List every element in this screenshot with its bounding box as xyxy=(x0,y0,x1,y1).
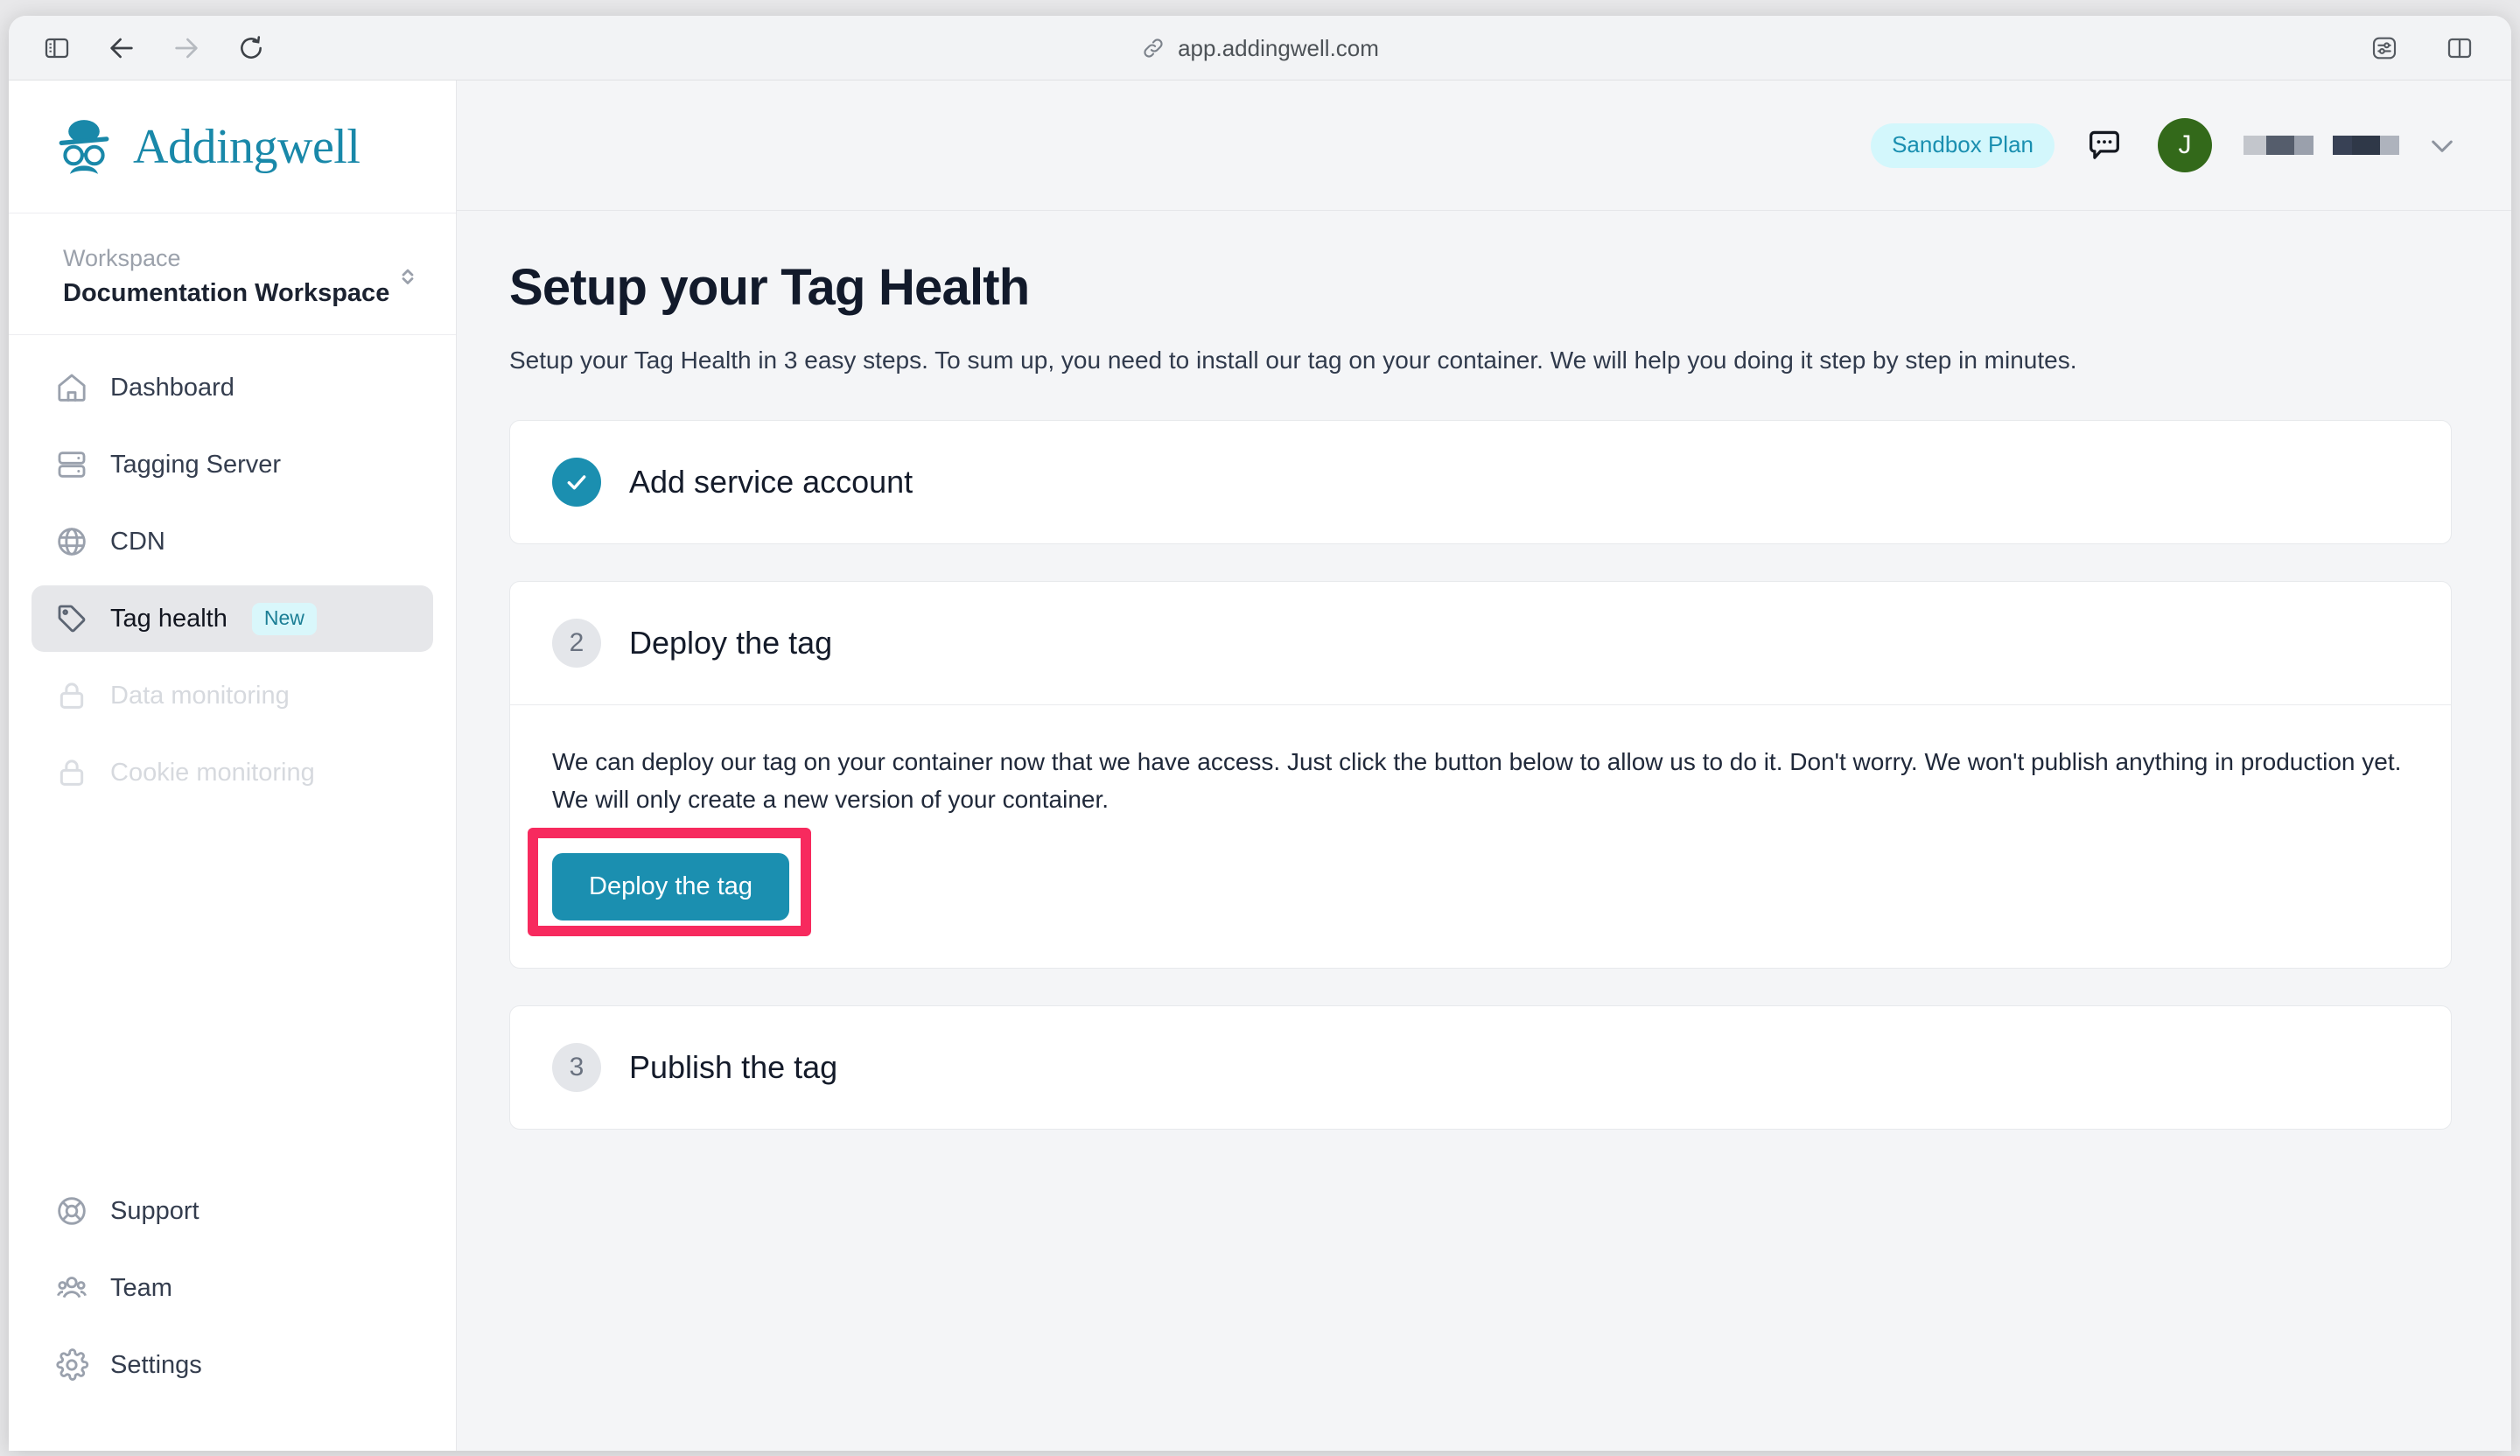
lifebuoy-icon xyxy=(54,1194,89,1228)
sidebar-item-label: Tag health xyxy=(110,604,228,633)
server-icon xyxy=(54,447,89,482)
user-name-redacted xyxy=(2244,136,2399,155)
step-description: We can deploy our tag on your container … xyxy=(552,748,2402,813)
step-title: Publish the tag xyxy=(629,1049,838,1086)
url-text: app.addingwell.com xyxy=(1178,34,1379,61)
toolbar-right-controls xyxy=(2361,16,2483,80)
sidebar-item-label: Data monitoring xyxy=(110,681,290,710)
step-title: Add service account xyxy=(629,464,914,500)
app-topbar: Sandbox Plan J xyxy=(457,80,2511,210)
sidebar-toggle-icon xyxy=(45,38,69,58)
redaction-block xyxy=(2380,136,2399,155)
step-number-badge: 2 xyxy=(552,619,601,668)
sidebar-item-label: Dashboard xyxy=(110,373,234,402)
step-header: Add service account xyxy=(510,421,2451,543)
status-badge: New xyxy=(251,602,317,635)
home-icon xyxy=(54,370,89,405)
browser-toolbar: app.addingwell.com xyxy=(9,16,2511,80)
back-arrow-icon xyxy=(110,38,133,58)
sidebar-item-team[interactable]: Team xyxy=(32,1255,433,1321)
main-area: Sandbox Plan J Setup your Tag Health Set… xyxy=(457,80,2511,1451)
deploy-button-wrapper: Deploy the tag xyxy=(528,828,811,937)
sidebar-item-tagging-server[interactable]: Tagging Server xyxy=(32,431,433,498)
sidebar-item-label: Support xyxy=(110,1196,200,1225)
step-card-1[interactable]: Add service account xyxy=(509,420,2452,544)
sidebar-item-label: Cookie monitoring xyxy=(110,758,315,787)
app-page: Addingwell Workspace Documentation Works… xyxy=(9,80,2511,1451)
content-area: Setup your Tag Health Setup your Tag Hea… xyxy=(457,210,2511,1451)
user-menu-button[interactable] xyxy=(2426,129,2459,162)
sidebar-item-label: Settings xyxy=(110,1350,202,1379)
redaction-block xyxy=(2294,136,2314,155)
workspace-name: Documentation Workspace xyxy=(63,279,390,307)
plan-badge[interactable]: Sandbox Plan xyxy=(1871,122,2054,168)
lock-icon xyxy=(54,678,89,713)
sidebar-toggle-button[interactable] xyxy=(33,24,80,72)
address-bar: app.addingwell.com xyxy=(9,16,2511,80)
sidebar-nav-bottom: Support Team Settings xyxy=(9,1178,456,1451)
split-view-icon xyxy=(2447,38,2472,59)
split-view-button[interactable] xyxy=(2436,24,2483,72)
content-inner: Setup your Tag Health Setup your Tag Hea… xyxy=(509,258,2452,1130)
step-title: Deploy the tag xyxy=(629,625,833,661)
step-card-2: 2 Deploy the tag We can deploy our tag o… xyxy=(509,581,2452,970)
globe-icon xyxy=(54,524,89,559)
logo-wordmark: Addingwell xyxy=(133,119,360,174)
chat-bubble-button[interactable] xyxy=(2084,125,2124,165)
page-subtitle: Setup your Tag Health in 3 easy steps. T… xyxy=(509,346,2077,374)
step-card-3[interactable]: 3 Publish the tag xyxy=(509,1005,2452,1130)
step-header: 3 Publish the tag xyxy=(510,1006,2451,1129)
forward-arrow-icon xyxy=(175,38,198,58)
step-header[interactable]: 2 Deploy the tag xyxy=(510,582,2451,705)
workspace-label: Workspace xyxy=(63,245,181,271)
redacted-last-name xyxy=(2333,136,2399,155)
sidebar-item-label: Team xyxy=(110,1273,172,1302)
sidebar-item-cookie-monitoring[interactable]: Cookie monitoring xyxy=(32,739,433,806)
tag-icon xyxy=(54,601,89,636)
sidebar: Addingwell Workspace Documentation Works… xyxy=(9,80,457,1451)
browser-window: app.addingwell.com Addingwell Workspace … xyxy=(9,16,2511,1451)
chat-bubble-icon xyxy=(2090,130,2119,159)
address-bar-field[interactable]: app.addingwell.com xyxy=(1125,30,1395,67)
sidebar-item-dashboard[interactable]: Dashboard xyxy=(32,354,433,421)
workspace-selector[interactable]: Workspace Documentation Workspace xyxy=(9,214,456,335)
redaction-block xyxy=(2266,136,2294,155)
redaction-block xyxy=(2333,136,2352,155)
step-body: We can deploy our tag on your container … xyxy=(510,705,2451,968)
redaction-block xyxy=(2352,136,2380,155)
reload-icon xyxy=(241,35,262,59)
sidebar-nav-main: Dashboard Tagging Server CDN Tag health … xyxy=(9,335,456,816)
sidebar-item-label: CDN xyxy=(110,527,165,556)
deploy-the-tag-button[interactable]: Deploy the tag xyxy=(552,853,790,921)
sliders-icon xyxy=(2372,37,2397,60)
sidebar-item-tag-health[interactable]: Tag health New xyxy=(32,585,433,652)
sidebar-item-data-monitoring[interactable]: Data monitoring xyxy=(32,662,433,729)
app-logo[interactable]: Addingwell xyxy=(9,80,456,214)
workspace-text: Workspace Documentation Workspace xyxy=(63,245,389,308)
page-title: Setup your Tag Health xyxy=(509,259,1030,316)
chevron-up-down-icon xyxy=(402,269,414,284)
link-icon xyxy=(1144,38,1163,58)
reload-button[interactable] xyxy=(228,24,275,72)
sidebar-item-support[interactable]: Support xyxy=(32,1178,433,1244)
page-settings-button[interactable] xyxy=(2361,24,2408,72)
people-icon xyxy=(54,1270,89,1306)
redacted-first-name xyxy=(2244,136,2314,155)
redaction-block xyxy=(2244,136,2266,155)
step-complete-check-icon xyxy=(552,458,601,507)
step-number-badge: 3 xyxy=(552,1043,601,1093)
sidebar-item-cdn[interactable]: CDN xyxy=(32,508,433,575)
avatar[interactable]: J xyxy=(2158,118,2212,172)
addingwell-gentleman-icon xyxy=(59,119,109,174)
toolbar-left-controls xyxy=(9,24,275,72)
back-button[interactable] xyxy=(98,24,145,72)
sidebar-item-settings[interactable]: Settings xyxy=(32,1332,433,1398)
forward-button[interactable] xyxy=(163,24,210,72)
gear-icon xyxy=(54,1348,89,1382)
lock-icon xyxy=(54,755,89,790)
sidebar-item-label: Tagging Server xyxy=(110,450,282,479)
chevron-down-icon xyxy=(2432,140,2453,152)
